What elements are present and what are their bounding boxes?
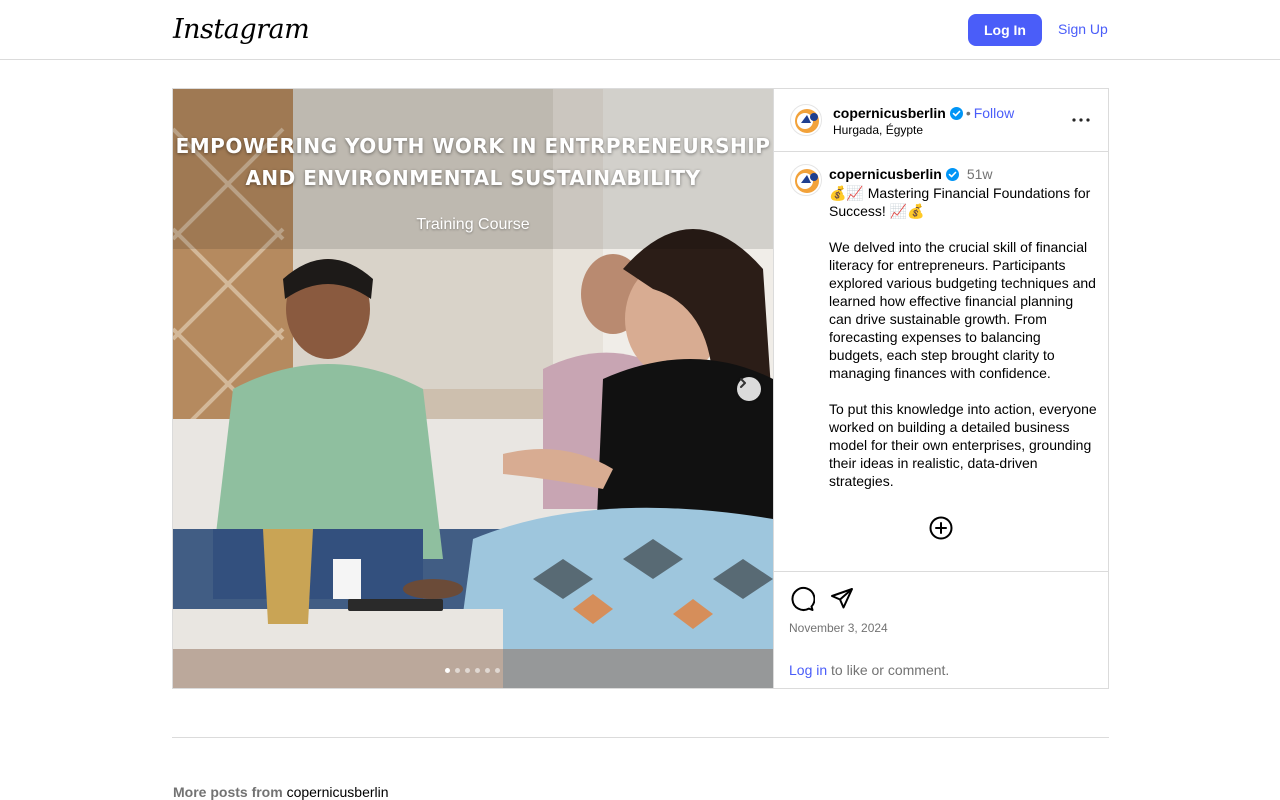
author-username[interactable]: copernicusberlin: [833, 105, 946, 121]
add-circle-icon: [929, 516, 953, 540]
more-options-button[interactable]: [1070, 109, 1092, 131]
login-to-interact: Log in to like or comment.: [789, 662, 949, 678]
caption-text: 💰📈 Mastering Financial Foundations for S…: [829, 185, 1097, 489]
verified-badge-icon: [949, 107, 963, 123]
author-line: copernicusberlin • Follow: [833, 105, 1014, 123]
post-side-panel: copernicusberlin • Follow Hurgada, Égypte …: [773, 89, 1109, 688]
carousel-dot: [465, 668, 470, 673]
caption-section: copernicusberlin 51w 💰📈 Mastering Financi…: [774, 152, 1109, 571]
login-link[interactable]: Log in: [789, 662, 827, 678]
caption-avatar[interactable]: [790, 164, 822, 196]
verified-badge-icon: [945, 168, 959, 184]
overlay-title-line2: AND ENVIRONMENTAL SUSTAINABILITY: [245, 166, 701, 190]
carousel-dot: [475, 668, 480, 673]
overlay-title-line1: EMPOWERING YOUTH WORK IN ENTRPRENEURSHIP: [175, 134, 771, 158]
carousel-dot: [485, 668, 490, 673]
instagram-logo[interactable]: Instagram: [173, 14, 310, 45]
carousel-dot: [495, 668, 500, 673]
carousel-indicators: [445, 668, 500, 673]
caption-avatar-logo: [795, 169, 819, 193]
overlay-subtitle: Training Course: [416, 216, 530, 233]
post-location[interactable]: Hurgada, Égypte: [833, 123, 923, 137]
more-posts-username[interactable]: copernicusberlin: [287, 784, 389, 800]
more-options-icon: [1072, 118, 1090, 122]
chevron-right-icon: [740, 378, 746, 388]
next-slide-button[interactable]: [737, 377, 761, 401]
post-header: copernicusberlin • Follow Hurgada, Égypte: [774, 89, 1109, 152]
follow-button[interactable]: Follow: [974, 105, 1014, 121]
post-actions: November 3, 2024 Log in to like or comme…: [774, 571, 1109, 688]
login-prompt-text: to like or comment.: [827, 662, 950, 678]
post-age[interactable]: 51w: [967, 166, 993, 182]
author-avatar-logo: [795, 109, 819, 133]
top-navigation-bar: Instagram Log In Sign Up: [0, 0, 1280, 60]
signup-link[interactable]: Sign Up: [1058, 21, 1108, 37]
post-media-carousel[interactable]: EMPOWERING YOUTH WORK IN ENTRPRENEURSHIP…: [173, 89, 773, 688]
caption-username[interactable]: copernicusberlin: [829, 166, 942, 182]
load-more-comments-button[interactable]: [929, 516, 953, 540]
login-button[interactable]: Log In: [968, 14, 1042, 46]
share-button[interactable]: [829, 586, 855, 612]
more-posts-heading: More posts from copernicusberlin: [173, 784, 389, 800]
post-date[interactable]: November 3, 2024: [789, 621, 888, 635]
post-card: EMPOWERING YOUTH WORK IN ENTRPRENEURSHIP…: [172, 88, 1109, 689]
separator: •: [965, 105, 971, 121]
comment-icon: [791, 587, 816, 611]
more-posts-label: More posts from: [173, 784, 287, 800]
carousel-dot: [455, 668, 460, 673]
share-icon: [831, 588, 853, 609]
comment-button[interactable]: [789, 586, 816, 612]
section-divider: [172, 737, 1109, 738]
carousel-dot: [445, 668, 450, 673]
caption-header: copernicusberlin 51w: [829, 166, 993, 184]
author-avatar[interactable]: [790, 104, 822, 136]
